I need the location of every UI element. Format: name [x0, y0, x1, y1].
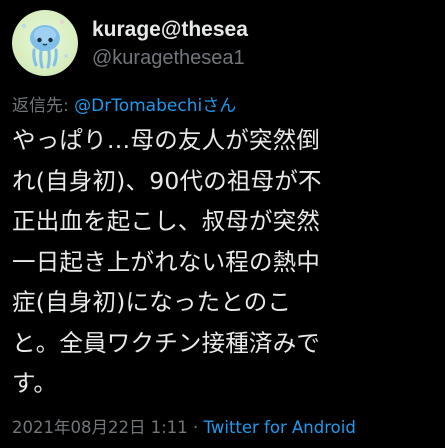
reply-context: 返信先: @DrTomabechiさん — [12, 91, 236, 116]
display-name[interactable]: kurage@thesea — [92, 18, 248, 42]
reply-prefix: 返信先: — [12, 96, 75, 116]
tweet-text-line: 症(自身初)になったとのこ — [12, 288, 292, 316]
jellyfish-avatar-icon[interactable] — [12, 10, 78, 76]
reply-mention-link[interactable]: @DrTomabechiさん — [74, 96, 236, 116]
avatar-graphic — [19, 20, 69, 69]
tweet-text-line: と。全員ワクチン接種済みで — [12, 328, 321, 357]
tweet: kurage@thesea @kuragethesea1 返信先: @DrTom… — [0, 0, 445, 448]
tweet-meta: 2021年08月22日 1:11 · Twitter for Android — [12, 414, 356, 438]
tweet-timestamp[interactable]: 2021年08月22日 1:11 · — [12, 418, 204, 437]
tweet-source-link[interactable]: Twitter for Android — [204, 418, 356, 437]
tweet-text-line: す。 — [12, 369, 58, 397]
tweet-text: やっぱり…母の友人が突然倒 れ(自身初)、90代の祖母が不 正出血を起こし、叔母… — [12, 120, 442, 404]
tweet-text-line: やっぱり…母の友人が突然倒 — [12, 126, 321, 154]
tweet-text-line: れ(自身初)、90代の祖母が不 — [12, 166, 322, 195]
user-handle[interactable]: @kuragethesea1 — [92, 47, 245, 70]
tweet-text-line: 正出血を起こし、叔母が突然 — [12, 207, 321, 235]
tweet-text-line: 一日起き上がれない程の熱中 — [12, 247, 321, 276]
